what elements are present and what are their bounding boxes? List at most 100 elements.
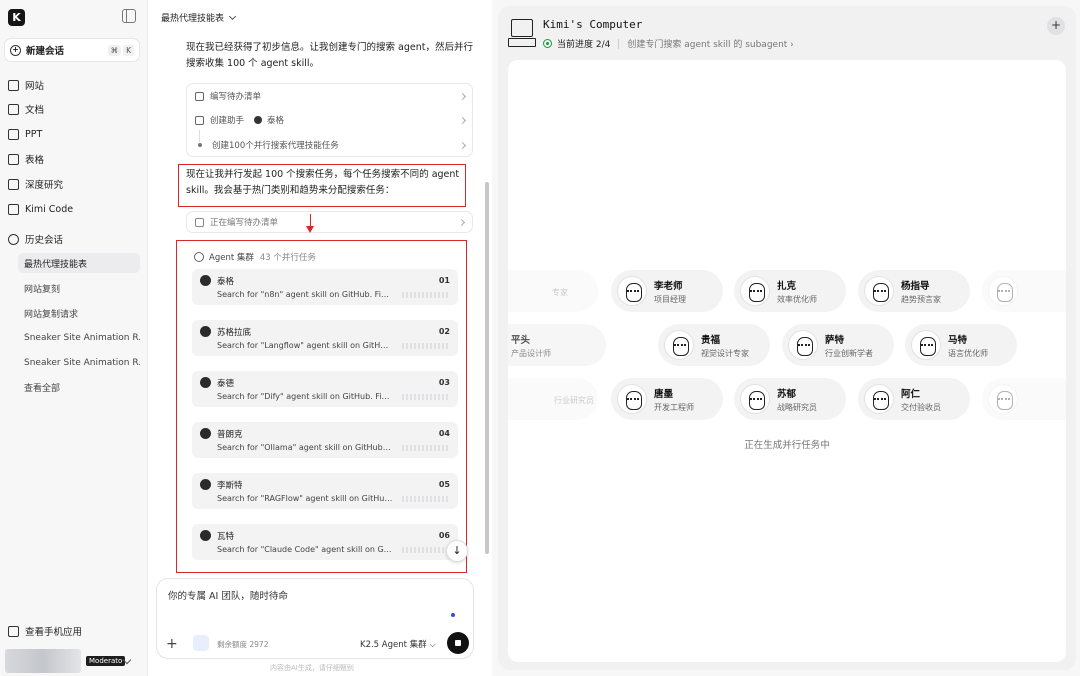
agent-chip[interactable]: 李老师 项目经理 [611,270,723,312]
nav-label: 深度研究 [25,180,64,191]
chat-title-text: 最热代理技能表 [161,14,225,24]
history-item[interactable]: Sneaker Site Animation R... [18,353,140,373]
list-icon [195,91,204,101]
nav-deep-research[interactable]: 深度研究 [8,176,63,192]
cmd-key: ⌘ [107,44,122,56]
ai-disclaimer: 内容由AI生成，请仔细甄别 [270,664,354,672]
nav-ppt[interactable]: PPT [8,126,42,142]
mobile-app-link[interactable]: 查看手机应用 [8,623,82,639]
agent-chip[interactable]: 阿仁 交付验收员 [858,378,970,420]
agent-name: 萨特 [825,334,845,346]
step-create-tasks[interactable]: 创建100个并行搜索代理技能任务 [195,139,467,151]
attach-button[interactable]: + [166,636,178,652]
agent-chip[interactable]: 苏郁 战略研究员 [734,378,846,420]
agent-chip[interactable]: 贵福 视觉设计专家 [658,324,770,366]
swarm-task[interactable]: 普朗克 04 Search for "Ollama" agent skill on … [192,422,458,458]
agent-avatar [617,276,647,306]
swarm-task[interactable]: 泰德 03 Search for "Dify" agent skill on Git… [192,371,458,407]
agent-avatar [664,330,694,360]
current-task-link[interactable]: 创建专门搜索 agent skill 的 subagent › [627,37,793,50]
swarm-task[interactable]: 李斯特 05 Search for "RAGFlow" agent skill on… [192,473,458,509]
scrollbar[interactable] [485,182,489,554]
agent-name: 平头 [511,334,531,346]
chat-title[interactable]: 最热代理技能表 [161,11,237,24]
agent-role: 交付验收员 [901,402,941,412]
new-chat-button[interactable]: + 新建会话 ⌘ K [4,38,140,62]
agent-chip[interactable] [982,270,1066,312]
tool-steps-card: 编写待办清单 创建助手 泰格 创建100个并行搜索代理技能任务 [186,83,473,157]
agent-avatar [988,384,1018,414]
writing-todo-card[interactable]: 正在编写待办清单 [186,211,473,233]
agent-role: 趋势预言家 [901,294,941,304]
task-description: Search for "Langflow" agent skill on Git… [217,341,393,350]
chevron-right-icon [458,116,467,124]
step-create-helper[interactable]: 创建助手 泰格 [195,114,467,126]
swarm-task[interactable]: 瓦特 06 Search for "Claude Code" agent skill… [192,524,458,560]
assistant-message: 现在让我并行发起 100 个搜索任务，每个任务搜索不同的 agent skill… [186,169,460,196]
scroll-down-button[interactable]: ↓ [446,540,468,562]
collapse-sidebar-icon[interactable] [122,9,136,23]
progress-bar: 当前进度 2/4 创建专门搜索 agent skill 的 subagent › [543,37,794,50]
progress-text: 当前进度 2/4 [557,40,611,50]
agent-avatar [788,330,818,360]
swarm-task[interactable]: 泰格 01 Search for "n8n" agent skill on GitH… [192,269,458,305]
chevron-right-icon [458,141,467,149]
chevron-down-icon [228,12,237,21]
history-item[interactable]: 网站复刻 [18,278,140,298]
agent-chip[interactable]: 平头 产品设计师 [508,324,606,366]
message-composer: 你的专属 AI 团队，随时待命 + 剩余额度 2972 K2.5 Agent 集… [156,578,474,659]
step-label: 编写待办清单 [210,92,262,102]
agent-chip[interactable]: 杨指导 趋势预言家 [858,270,970,312]
agent-chip[interactable]: 扎克 效率优化师 [734,270,846,312]
agent-avatar [740,276,770,306]
step-todo[interactable]: 编写待办清单 [195,90,467,102]
history-header[interactable]: 历史会话 [8,231,63,247]
nav-kimi-code[interactable]: Kimi Code [8,201,73,217]
nav-sheets[interactable]: 表格 [8,151,44,167]
agent-chip[interactable]: 行业研究员 [508,378,598,420]
computer-screen: 专家 李老师 项目经理 扎克 效率优化师 杨指导 趋势预言家 平头产品设计师 贵福 视觉… [508,60,1066,662]
history-item[interactable]: Sneaker Site Animation R... [18,328,140,348]
research-icon [8,178,19,190]
view-all-history[interactable]: 查看全部 [18,377,140,397]
quota-icon[interactable] [193,635,209,651]
model-selector[interactable]: K2.5 Agent 集群 ⌵ [360,638,436,650]
user-icon [195,115,204,125]
agent-role: 专家 [552,287,568,297]
swarm-task[interactable]: 苏格拉底 02 Search for "Langflow" agent skill … [192,320,458,356]
add-button[interactable]: + [1047,17,1065,35]
agent-name: 泰格 [267,116,285,126]
task-description: Search for "n8n" agent skill on GitHub. … [217,290,393,299]
history-label: 历史会话 [25,235,64,246]
document-icon [8,103,19,115]
step-label: 创建助手 [210,116,245,126]
stop-button[interactable] [447,632,469,654]
history-item[interactable]: 最热代理技能表 [18,253,140,273]
nav-website[interactable]: 网站 [8,77,44,93]
annotation-arrow [306,214,314,233]
chevron-right-icon [458,92,467,100]
agent-name: 唐墨 [654,388,674,400]
agent-role: 战略研究员 [777,402,817,412]
agent-avatar-icon [254,116,263,124]
agent-avatar-icon [200,428,211,439]
agent-chip[interactable] [982,378,1066,420]
agent-chip[interactable]: 专家 [508,270,598,312]
swarm-count: 43 个并行任务 [259,253,316,263]
agent-chip[interactable]: 马特 语言优化师 [905,324,1017,366]
nav-label: PPT [25,128,43,140]
avatar[interactable] [5,649,81,673]
kimi-logo[interactable]: K [8,9,25,26]
agent-role: 产品设计师 [511,348,551,358]
task-description: Search for "Ollama" agent skill on GitHu… [217,443,393,452]
computer-panel: Kimi's Computer 当前进度 2/4 创建专门搜索 agent sk… [498,6,1076,670]
swarm-title: Agent 集群 [209,253,254,263]
nav-label: 网站 [25,81,45,92]
history-item[interactable]: 网站复制请求 [18,303,140,323]
nav-docs[interactable]: 文档 [8,101,44,117]
agent-chip[interactable]: 唐墨 开发工程师 [611,378,723,420]
swarm-icon [194,252,204,262]
message-input[interactable]: 你的专属 AI 团队，随时待命 [168,588,288,602]
agent-chip[interactable]: 萨特 行业创新学者 [782,324,894,366]
task-number: 02 [438,327,450,336]
